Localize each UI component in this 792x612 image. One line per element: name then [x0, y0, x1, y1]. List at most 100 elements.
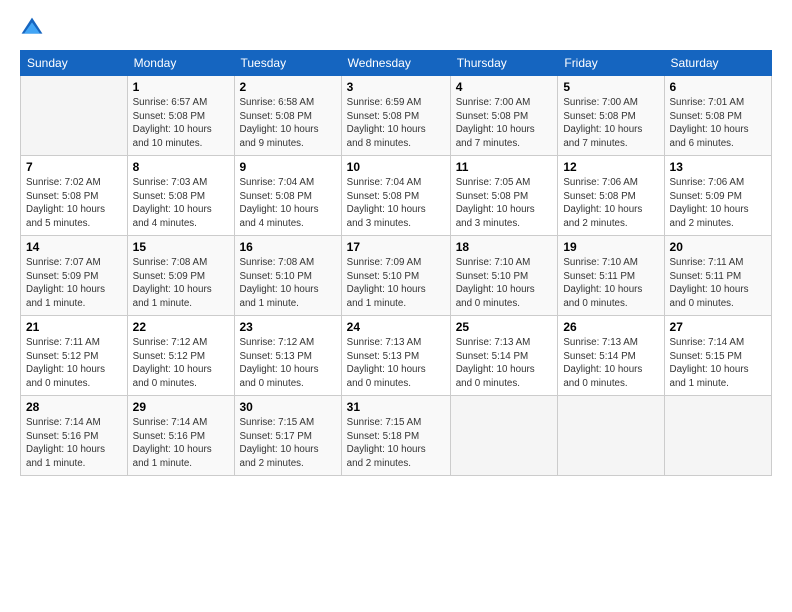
day-info: Sunrise: 7:06 AM Sunset: 5:08 PM Dayligh… [563, 176, 658, 231]
day-info: Sunrise: 7:08 AM Sunset: 5:10 PM Dayligh… [240, 256, 336, 311]
calendar-cell: 11Sunrise: 7:05 AM Sunset: 5:08 PM Dayli… [450, 156, 558, 236]
calendar-header-wednesday: Wednesday [341, 51, 450, 76]
day-info: Sunrise: 7:11 AM Sunset: 5:11 PM Dayligh… [670, 256, 766, 311]
day-number: 20 [670, 240, 766, 254]
day-info: Sunrise: 6:59 AM Sunset: 5:08 PM Dayligh… [347, 96, 445, 151]
calendar-cell: 4 Sunrise: 7:00 AM Sunset: 5:08 PM Daylig… [450, 76, 558, 156]
day-number: 19 [563, 240, 658, 254]
header [20, 16, 772, 40]
calendar-cell: 29 Sunrise: 7:14 AM Sunset: 5:16 PM Dayli… [127, 396, 234, 476]
day-number: 18 [456, 240, 553, 254]
day-number: 25 [456, 320, 553, 334]
day-info: Sunrise: 7:09 AM Sunset: 5:10 PM Dayligh… [347, 256, 445, 311]
day-info: Sunrise: 7:05 AM Sunset: 5:08 PM Dayligh… [456, 176, 553, 231]
day-info: Sunrise: 7:10 AM Sunset: 5:11 PM Dayligh… [563, 256, 658, 311]
calendar-header-tuesday: Tuesday [234, 51, 341, 76]
calendar-cell [21, 76, 128, 156]
calendar-cell: 17 Sunrise: 7:09 AM Sunset: 5:10 PM Dayli… [341, 236, 450, 316]
day-number: 9 [240, 160, 336, 174]
day-number: 29 [133, 400, 229, 414]
day-number: 22 [133, 320, 229, 334]
calendar-week-row: 28 Sunrise: 7:14 AM Sunset: 5:16 PM Dayli… [21, 396, 772, 476]
day-info: Sunrise: 7:00 AM Sunset: 5:08 PM Dayligh… [456, 96, 553, 151]
page: SundayMondayTuesdayWednesdayThursdayFrid… [0, 0, 792, 612]
calendar-cell: 2 Sunrise: 6:58 AM Sunset: 5:08 PM Daylig… [234, 76, 341, 156]
day-number: 17 [347, 240, 445, 254]
day-number: 12 [563, 160, 658, 174]
calendar-cell: 31 Sunrise: 7:15 AM Sunset: 5:18 PM Dayli… [341, 396, 450, 476]
day-number: 28 [26, 400, 122, 414]
day-info: Sunrise: 7:10 AM Sunset: 5:10 PM Dayligh… [456, 256, 553, 311]
calendar-cell: 26 Sunrise: 7:13 AM Sunset: 5:14 PM Dayli… [558, 316, 664, 396]
day-number: 23 [240, 320, 336, 334]
day-number: 14 [26, 240, 122, 254]
day-info: Sunrise: 7:04 AM Sunset: 5:08 PM Dayligh… [347, 176, 445, 231]
day-info: Sunrise: 7:12 AM Sunset: 5:12 PM Dayligh… [133, 336, 229, 391]
day-number: 3 [347, 80, 445, 94]
day-number: 31 [347, 400, 445, 414]
day-number: 4 [456, 80, 553, 94]
day-info: Sunrise: 7:15 AM Sunset: 5:18 PM Dayligh… [347, 416, 445, 471]
calendar-header-sunday: Sunday [21, 51, 128, 76]
calendar-cell [664, 396, 771, 476]
day-info: Sunrise: 7:06 AM Sunset: 5:09 PM Dayligh… [670, 176, 766, 231]
calendar-header-saturday: Saturday [664, 51, 771, 76]
calendar-cell: 13 Sunrise: 7:06 AM Sunset: 5:09 PM Dayli… [664, 156, 771, 236]
day-number: 16 [240, 240, 336, 254]
day-number: 7 [26, 160, 122, 174]
logo-icon [20, 16, 44, 40]
day-info: Sunrise: 7:14 AM Sunset: 5:16 PM Dayligh… [133, 416, 229, 471]
calendar-week-row: 21 Sunrise: 7:11 AM Sunset: 5:12 PM Dayli… [21, 316, 772, 396]
day-number: 27 [670, 320, 766, 334]
day-number: 30 [240, 400, 336, 414]
calendar-cell: 27Sunrise: 7:14 AM Sunset: 5:15 PM Dayli… [664, 316, 771, 396]
day-number: 15 [133, 240, 229, 254]
day-info: Sunrise: 7:13 AM Sunset: 5:14 PM Dayligh… [563, 336, 658, 391]
calendar-cell: 18 Sunrise: 7:10 AM Sunset: 5:10 PM Dayli… [450, 236, 558, 316]
day-info: Sunrise: 7:11 AM Sunset: 5:12 PM Dayligh… [26, 336, 122, 391]
calendar-cell: 5 Sunrise: 7:00 AM Sunset: 5:08 PM Daylig… [558, 76, 664, 156]
day-number: 26 [563, 320, 658, 334]
day-info: Sunrise: 7:14 AM Sunset: 5:16 PM Dayligh… [26, 416, 122, 471]
day-info: Sunrise: 7:13 AM Sunset: 5:13 PM Dayligh… [347, 336, 445, 391]
calendar-cell: 28 Sunrise: 7:14 AM Sunset: 5:16 PM Dayli… [21, 396, 128, 476]
day-number: 21 [26, 320, 122, 334]
calendar-cell: 8 Sunrise: 7:03 AM Sunset: 5:08 PM Daylig… [127, 156, 234, 236]
day-info: Sunrise: 7:12 AM Sunset: 5:13 PM Dayligh… [240, 336, 336, 391]
calendar-cell: 6Sunrise: 7:01 AM Sunset: 5:08 PM Daylig… [664, 76, 771, 156]
day-number: 10 [347, 160, 445, 174]
calendar-cell: 21 Sunrise: 7:11 AM Sunset: 5:12 PM Dayli… [21, 316, 128, 396]
day-info: Sunrise: 7:02 AM Sunset: 5:08 PM Dayligh… [26, 176, 122, 231]
calendar-cell: 25 Sunrise: 7:13 AM Sunset: 5:14 PM Dayli… [450, 316, 558, 396]
day-number: 13 [670, 160, 766, 174]
calendar-week-row: 7 Sunrise: 7:02 AM Sunset: 5:08 PM Daylig… [21, 156, 772, 236]
calendar-header-monday: Monday [127, 51, 234, 76]
calendar-cell: 14Sunrise: 7:07 AM Sunset: 5:09 PM Dayli… [21, 236, 128, 316]
day-info: Sunrise: 7:00 AM Sunset: 5:08 PM Dayligh… [563, 96, 658, 151]
calendar-cell: 16 Sunrise: 7:08 AM Sunset: 5:10 PM Dayli… [234, 236, 341, 316]
day-info: Sunrise: 6:57 AM Sunset: 5:08 PM Dayligh… [133, 96, 229, 151]
day-number: 8 [133, 160, 229, 174]
calendar-cell: 20 Sunrise: 7:11 AM Sunset: 5:11 PM Dayli… [664, 236, 771, 316]
calendar-cell: 23 Sunrise: 7:12 AM Sunset: 5:13 PM Dayli… [234, 316, 341, 396]
calendar-cell: 7 Sunrise: 7:02 AM Sunset: 5:08 PM Daylig… [21, 156, 128, 236]
day-info: Sunrise: 7:01 AM Sunset: 5:08 PM Dayligh… [670, 96, 766, 151]
calendar-week-row: 14Sunrise: 7:07 AM Sunset: 5:09 PM Dayli… [21, 236, 772, 316]
day-info: Sunrise: 7:08 AM Sunset: 5:09 PM Dayligh… [133, 256, 229, 311]
day-number: 5 [563, 80, 658, 94]
day-info: Sunrise: 6:58 AM Sunset: 5:08 PM Dayligh… [240, 96, 336, 151]
calendar-cell: 19 Sunrise: 7:10 AM Sunset: 5:11 PM Dayli… [558, 236, 664, 316]
day-info: Sunrise: 7:13 AM Sunset: 5:14 PM Dayligh… [456, 336, 553, 391]
day-number: 1 [133, 80, 229, 94]
calendar-cell: 10 Sunrise: 7:04 AM Sunset: 5:08 PM Dayli… [341, 156, 450, 236]
calendar-week-row: 1 Sunrise: 6:57 AM Sunset: 5:08 PM Daylig… [21, 76, 772, 156]
calendar-cell: 3 Sunrise: 6:59 AM Sunset: 5:08 PM Daylig… [341, 76, 450, 156]
day-info: Sunrise: 7:03 AM Sunset: 5:08 PM Dayligh… [133, 176, 229, 231]
calendar-header-friday: Friday [558, 51, 664, 76]
calendar-header-row: SundayMondayTuesdayWednesdayThursdayFrid… [21, 51, 772, 76]
day-number: 2 [240, 80, 336, 94]
calendar-cell: 15 Sunrise: 7:08 AM Sunset: 5:09 PM Dayli… [127, 236, 234, 316]
calendar-cell: 1 Sunrise: 6:57 AM Sunset: 5:08 PM Daylig… [127, 76, 234, 156]
calendar-cell: 22 Sunrise: 7:12 AM Sunset: 5:12 PM Dayli… [127, 316, 234, 396]
day-info: Sunrise: 7:15 AM Sunset: 5:17 PM Dayligh… [240, 416, 336, 471]
